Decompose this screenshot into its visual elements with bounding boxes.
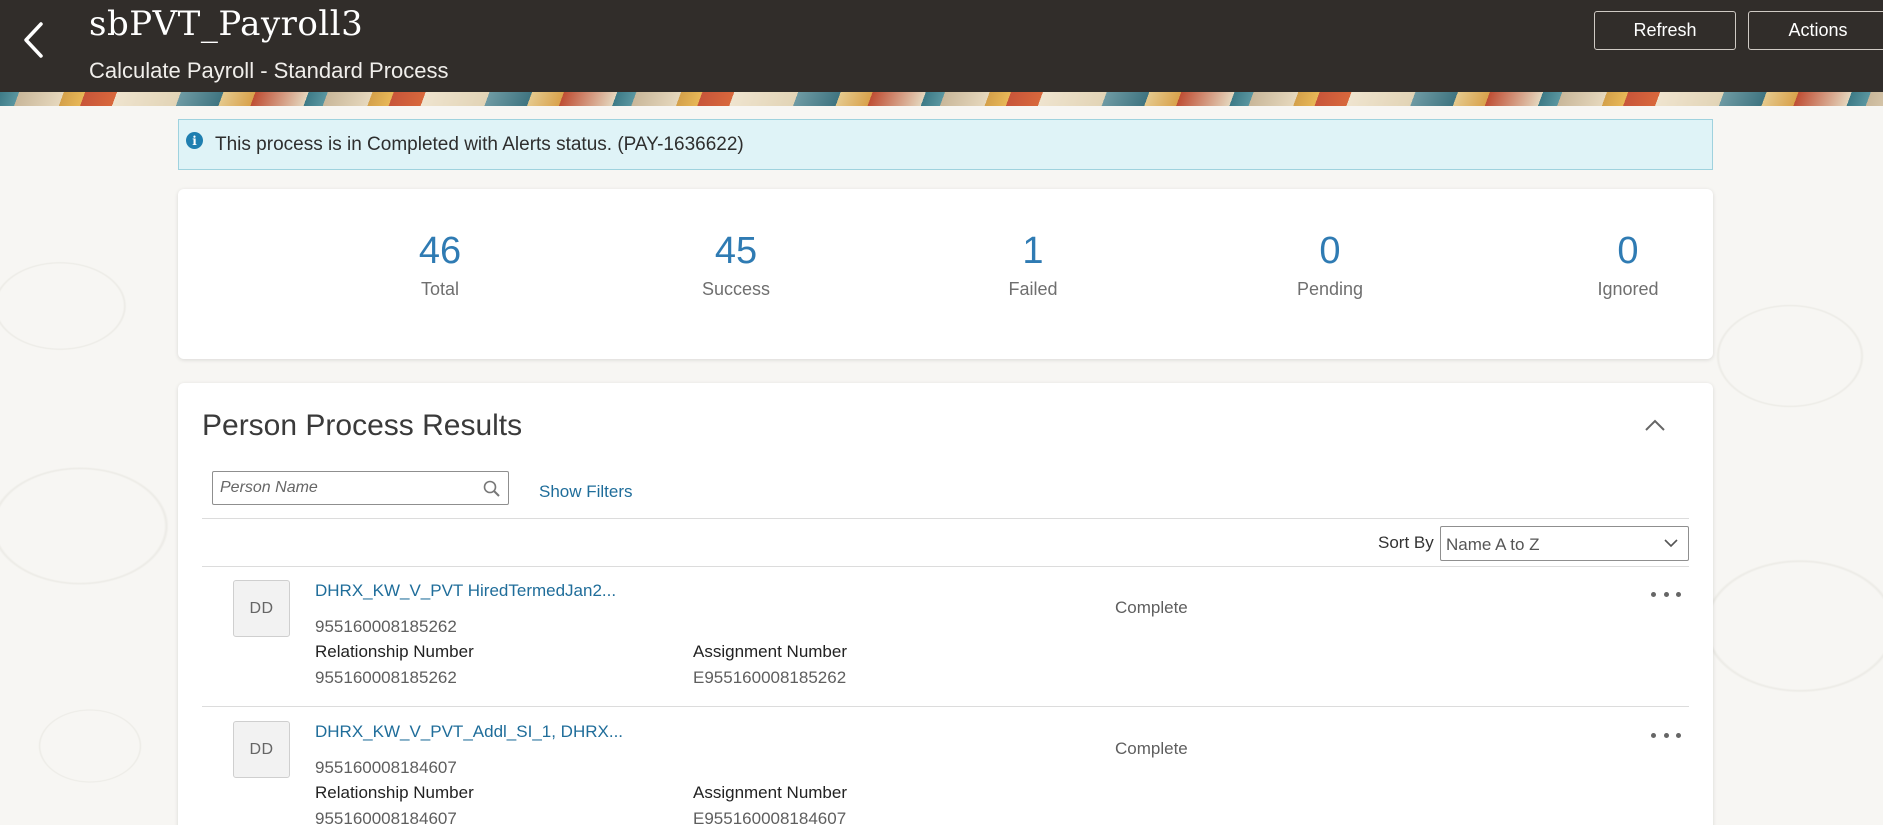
- stat-label: Success: [701, 278, 771, 299]
- search-input[interactable]: [213, 472, 473, 504]
- person-name-link[interactable]: DHRX_KW_V_PVT HiredTermedJan2...: [315, 581, 616, 601]
- person-process-results-card: Person Process Results Show Filters Sort…: [178, 383, 1713, 825]
- stat-value: 0: [1617, 230, 1639, 272]
- info-icon: i: [186, 132, 203, 149]
- chevron-down-icon: [1664, 539, 1678, 548]
- relationship-number-label: Relationship Number: [315, 783, 474, 802]
- chevron-left-icon: [24, 22, 43, 58]
- person-number: 955160008185262: [315, 617, 457, 636]
- person-name-search[interactable]: [212, 471, 509, 505]
- stat-total[interactable]: 46 Total: [340, 230, 540, 300]
- stat-value: 46: [418, 230, 462, 272]
- more-actions-icon[interactable]: [1651, 584, 1681, 604]
- divider: [202, 518, 1689, 519]
- list-item[interactable]: DD DHRX_KW_V_PVT_Addl_SI_1, DHRX... 9551…: [202, 707, 1689, 825]
- person-name-link[interactable]: DHRX_KW_V_PVT_Addl_SI_1, DHRX...: [315, 722, 623, 742]
- relationship-number-value: 955160008185262: [315, 668, 457, 687]
- stat-failed[interactable]: 1 Failed: [933, 230, 1133, 300]
- stat-ignored[interactable]: 0 Ignored: [1528, 230, 1728, 300]
- person-number: 955160008184607: [315, 758, 457, 777]
- status-text: Complete: [1115, 598, 1188, 617]
- stat-value: 45: [714, 230, 758, 272]
- actions-button[interactable]: Actions: [1748, 11, 1883, 50]
- assignment-number-label: Assignment Number: [693, 783, 848, 802]
- page-title: sbPVT_Payroll3: [89, 4, 364, 44]
- search-icon[interactable]: [482, 479, 502, 499]
- stat-label: Failed: [1008, 278, 1058, 299]
- stat-label: Pending: [1296, 278, 1364, 299]
- process-stats-card: 46 Total 45 Success 1 Failed 0 Pending 0…: [178, 189, 1713, 359]
- header-decorative-banner: [0, 92, 1883, 106]
- sort-by-value: Name A to Z: [1446, 535, 1540, 554]
- more-actions-icon[interactable]: [1651, 725, 1681, 745]
- status-banner: i This process is in Completed with Aler…: [178, 119, 1713, 170]
- sort-by-select[interactable]: Name A to Z: [1440, 526, 1689, 561]
- stat-value: 0: [1319, 230, 1341, 272]
- assignment-number-label: Assignment Number: [693, 642, 848, 661]
- stat-label: Ignored: [1597, 278, 1659, 299]
- status-text: Complete: [1115, 739, 1188, 758]
- stat-value: 1: [1022, 230, 1044, 272]
- assignment-number-value: E955160008184607: [693, 809, 847, 825]
- page-subtitle: Calculate Payroll - Standard Process: [89, 58, 449, 83]
- status-banner-message: This process is in Completed with Alerts…: [215, 133, 744, 155]
- stat-success[interactable]: 45 Success: [636, 230, 836, 300]
- relationship-number-value: 955160008184607: [315, 809, 457, 825]
- stat-pending[interactable]: 0 Pending: [1230, 230, 1430, 300]
- collapse-button[interactable]: [1640, 410, 1670, 440]
- relationship-number-label: Relationship Number: [315, 642, 474, 661]
- avatar: DD: [233, 721, 290, 778]
- list-item[interactable]: DD DHRX_KW_V_PVT HiredTermedJan2... 9551…: [202, 566, 1689, 706]
- section-title: Person Process Results: [202, 409, 523, 442]
- avatar: DD: [233, 580, 290, 637]
- stat-label: Total: [420, 278, 460, 299]
- back-button[interactable]: [14, 16, 54, 64]
- sort-by-label: Sort By: [1378, 533, 1434, 552]
- assignment-number-value: E955160008185262: [693, 668, 847, 687]
- page-header: sbPVT_Payroll3 Calculate Payroll - Stand…: [0, 0, 1883, 92]
- refresh-button[interactable]: Refresh: [1594, 11, 1736, 50]
- chevron-up-icon: [1645, 419, 1665, 431]
- show-filters-link[interactable]: Show Filters: [539, 482, 633, 502]
